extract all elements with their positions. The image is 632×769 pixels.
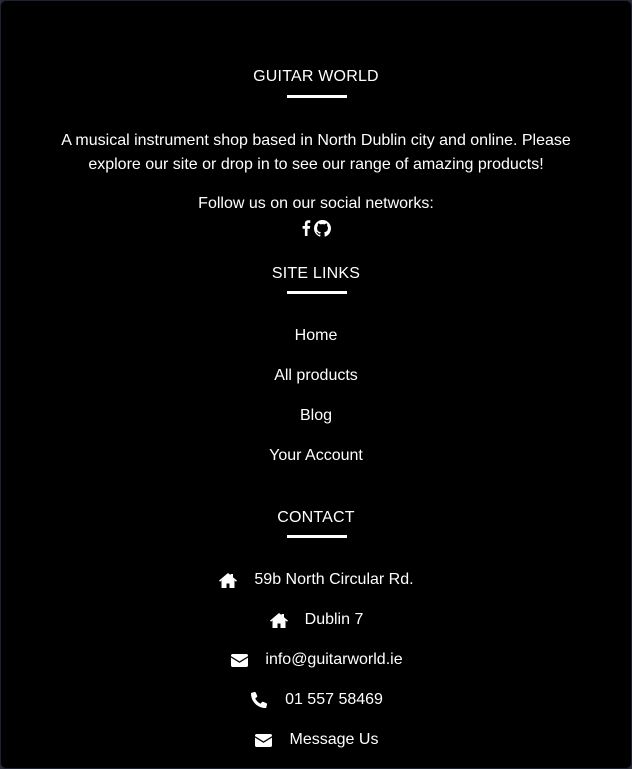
contact-phone-text[interactable]: 01 557 58469 xyxy=(285,690,383,710)
facebook-link[interactable] xyxy=(301,220,311,236)
contact-message-us-text[interactable]: Message Us xyxy=(290,730,379,750)
phone-icon xyxy=(249,692,269,708)
home-icon xyxy=(269,612,289,628)
contact-email-text[interactable]: info@guitarworld.ie xyxy=(265,650,402,670)
envelope-icon xyxy=(229,653,249,667)
site-footer: GUITAR WORLD A musical instrument shop b… xyxy=(0,0,632,769)
brand-description: A musical instrument shop based in North… xyxy=(61,132,571,173)
contact-title: CONTACT xyxy=(277,509,355,526)
social-links xyxy=(1,218,631,238)
envelope-icon xyxy=(254,733,274,747)
home-icon xyxy=(218,572,238,588)
site-links-title: SITE LINKS xyxy=(271,265,361,282)
contact-title-underline xyxy=(287,535,347,538)
footer-link-your-account[interactable]: Your Account xyxy=(1,446,631,466)
contact-address-line-2: Dublin 7 xyxy=(1,609,631,631)
contact-address-line-1-text: 59b North Circular Rd. xyxy=(254,571,414,588)
brand-title-underline xyxy=(287,95,347,98)
github-icon xyxy=(314,219,331,237)
follow-text: Follow us on our social networks: xyxy=(198,195,434,212)
brand-title: GUITAR WORLD xyxy=(253,68,379,85)
contact-email[interactable]: info@guitarworld.ie xyxy=(1,649,631,671)
github-link[interactable] xyxy=(314,219,331,237)
contact-address-line-1: 59b North Circular Rd. xyxy=(1,569,631,591)
facebook-icon xyxy=(301,220,311,236)
footer-link-blog[interactable]: Blog xyxy=(1,406,631,426)
contact-address-line-2-text: Dublin 7 xyxy=(304,611,364,628)
site-links-title-underline xyxy=(287,291,347,294)
contact-phone[interactable]: 01 557 58469 xyxy=(1,689,631,711)
contact-message-us[interactable]: Message Us xyxy=(1,729,631,751)
footer-link-home[interactable]: Home xyxy=(1,326,631,346)
footer-link-all-products[interactable]: All products xyxy=(1,366,631,386)
